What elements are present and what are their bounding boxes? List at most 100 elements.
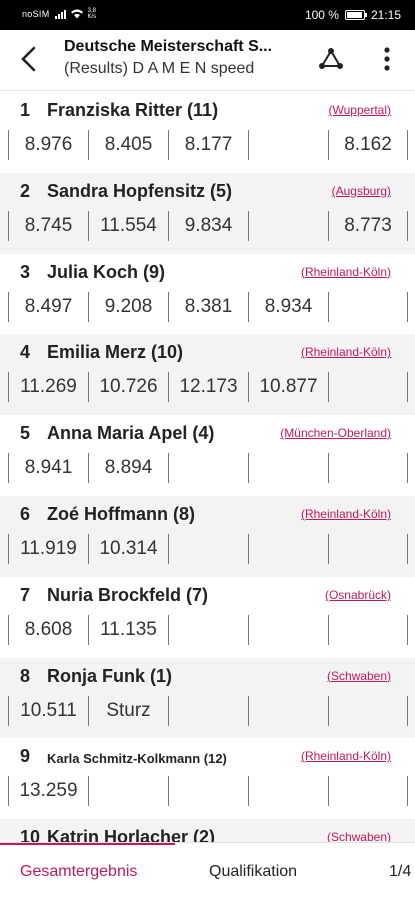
tab-qualifikation[interactable]: Qualifikation <box>209 863 297 881</box>
athlete-name: Zoé Hoffmann (8) <box>47 503 195 524</box>
result-row[interactable]: 2 Sandra Hopfensitz (5) (Augsburg) 8.745 11.… <box>0 172 415 254</box>
result-row[interactable]: 10 Katrin Horlacher (2) (Schwaben) <box>0 819 415 842</box>
athlete-name: Emilia Merz (10) <box>47 342 184 363</box>
time-cell: 10.877 <box>248 372 328 403</box>
signal-icon <box>54 9 66 19</box>
battery-percent: 100 % <box>304 8 339 22</box>
time-cell: 8.608 <box>8 614 88 645</box>
time-cell <box>328 372 408 403</box>
time-cell: 12.173 <box>168 372 248 403</box>
time-cell <box>328 776 408 807</box>
club-link[interactable]: (Rheinland-Köln) <box>301 345 391 359</box>
rank-number: 10 <box>20 827 41 842</box>
rank-number: 4 <box>20 342 31 363</box>
run-times: 8.497 9.208 8.381 8.934 <box>8 291 408 322</box>
rank-number: 8 <box>20 665 31 686</box>
rank-number: 6 <box>20 503 31 524</box>
time-cell <box>248 776 328 807</box>
time-cell <box>328 453 408 484</box>
rank-number: 5 <box>20 423 31 444</box>
time-cell <box>248 210 328 241</box>
clock: 21:15 <box>370 8 401 22</box>
result-row[interactable]: 9 Karla Schmitz-Kolkmann (12) (Rheinland-K… <box>0 738 415 819</box>
result-row[interactable]: 8 Ronja Funk (1) (Schwaben) 10.511 Sturz <box>0 657 415 739</box>
time-cell: 9.834 <box>168 210 248 241</box>
club-link[interactable]: (Schwaben) <box>327 830 391 842</box>
rank-number: 9 <box>20 746 31 767</box>
active-tab-indicator <box>0 843 175 845</box>
club-link[interactable]: (Rheinland-Köln) <box>301 507 391 521</box>
club-link[interactable]: (Schwaben) <box>327 669 391 683</box>
result-row[interactable]: 5 Anna Maria Apel (4) (München-Oberland) 8.… <box>0 415 415 496</box>
time-cell <box>168 614 248 645</box>
athlete-name: Ronja Funk (1) <box>47 665 172 686</box>
club-link[interactable]: (Rheinland-Köln) <box>301 749 391 763</box>
athlete-name: Nuria Brockfeld (7) <box>47 584 209 605</box>
rank-number: 2 <box>20 180 31 201</box>
run-times: 8.976 8.405 8.177 8.162 <box>8 130 408 160</box>
club-link[interactable]: (Rheinland-Köln) <box>301 265 391 279</box>
wifi-icon <box>70 9 83 19</box>
time-cell <box>328 614 408 645</box>
time-cell <box>168 695 248 726</box>
time-cell: 9.208 <box>88 291 168 322</box>
tab-page-indicator[interactable]: 1/4 <box>389 863 411 881</box>
run-times: 8.608 11.135 <box>8 614 408 645</box>
run-times: 10.511 Sturz <box>8 695 408 726</box>
run-times: 13.259 <box>8 776 408 807</box>
time-cell: 8.941 <box>8 453 88 484</box>
athlete-name: Julia Koch (9) <box>47 261 166 282</box>
time-cell <box>168 776 248 807</box>
time-cell: 8.162 <box>328 130 408 160</box>
time-cell <box>248 695 328 726</box>
carrier-label: noSIM <box>22 9 50 19</box>
page-title: Deutsche Meisterschaft S... <box>64 38 273 55</box>
network-speed: 3,8 K/s <box>87 8 97 20</box>
result-row[interactable]: 6 Zoé Hoffmann (8) (Rheinland-Köln) 11.919 1… <box>0 495 415 577</box>
result-row[interactable]: 7 Nuria Brockfeld (7) (Osnabrück) 8.608 11.1… <box>0 577 415 658</box>
status-bar: noSIM 3,8 K/s 100 % 21:15 <box>0 0 415 30</box>
result-row[interactable]: 1 Franziska Ritter (11) (Wuppertal) 8.976 8.… <box>0 92 415 173</box>
time-cell <box>328 533 408 564</box>
time-cell: 8.381 <box>168 291 248 322</box>
athlete-name: Karla Schmitz-Kolkmann (12) <box>47 751 227 767</box>
time-cell: 11.919 <box>8 533 88 564</box>
time-cell <box>328 695 408 726</box>
rank-number: 3 <box>20 261 31 282</box>
athlete-name: Sandra Hopfensitz (5) <box>47 180 233 201</box>
athlete-name: Franziska Ritter (11) <box>47 100 219 120</box>
battery-icon <box>344 10 367 20</box>
time-cell <box>248 453 328 484</box>
time-cell: 8.773 <box>328 210 408 241</box>
time-cell: 8.177 <box>168 130 248 160</box>
time-cell <box>248 533 328 564</box>
time-cell: 10.726 <box>88 372 168 403</box>
app-bar: Deutsche Meisterschaft S... (Results) D … <box>0 30 415 91</box>
club-link[interactable]: (Wuppertal) <box>329 103 391 117</box>
time-cell <box>248 130 328 160</box>
rank-number: 7 <box>20 584 31 605</box>
time-cell <box>248 614 328 645</box>
result-row[interactable]: 4 Emilia Merz (10) (Rheinland-Köln) 11.269 1… <box>0 334 415 416</box>
more-options-icon[interactable] <box>375 44 399 74</box>
time-cell: 10.314 <box>88 533 168 564</box>
page-title-block: Deutsche Meisterschaft S... (Results) D … <box>64 38 304 78</box>
time-cell <box>328 291 408 322</box>
time-cell: 8.745 <box>8 210 88 241</box>
time-cell: 8.894 <box>88 453 168 484</box>
club-link[interactable]: (München-Oberland) <box>280 426 391 440</box>
athlete-name: Anna Maria Apel (4) <box>47 423 215 444</box>
time-cell <box>168 533 248 564</box>
run-times: 11.269 10.726 12.173 10.877 <box>8 372 408 403</box>
time-cell: 8.497 <box>8 291 88 322</box>
time-cell: 8.405 <box>88 130 168 160</box>
result-row[interactable]: 3 Julia Koch (9) (Rheinland-Köln) 8.497 9.20… <box>0 254 415 335</box>
time-cell: 13.259 <box>8 776 88 807</box>
club-link[interactable]: (Augsburg) <box>332 184 391 198</box>
time-cell <box>88 776 168 807</box>
back-arrow-icon[interactable] <box>14 44 44 74</box>
bracket-tree-icon[interactable] <box>317 47 345 71</box>
tab-gesamtergebnis[interactable]: Gesamtergebnis <box>20 863 137 881</box>
club-link[interactable]: (Osnabrück) <box>325 588 391 602</box>
time-cell: 8.976 <box>8 130 88 160</box>
